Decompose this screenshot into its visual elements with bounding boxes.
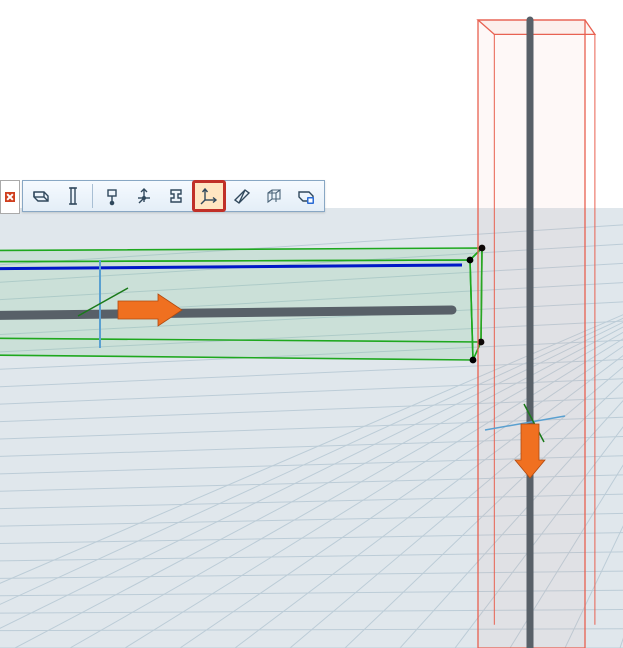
toolbar-body: [22, 180, 325, 212]
family-editor-icon: [296, 186, 316, 206]
analytical-pin-icon: [102, 186, 122, 206]
show-section-symbol[interactable]: [161, 182, 191, 210]
context-toolbar: [0, 180, 325, 212]
adjust-analytical[interactable]: [193, 181, 225, 211]
close-icon: [5, 192, 15, 202]
beam-selected[interactable]: [0, 245, 485, 364]
viewport-3d[interactable]: [0, 0, 623, 648]
column-element[interactable]: [478, 20, 595, 648]
beam-endpoint[interactable]: [470, 357, 477, 364]
analytical-toggle[interactable]: [97, 182, 127, 210]
structural-framing-icon: [31, 186, 51, 206]
toolbar-close-button[interactable]: [0, 180, 20, 214]
coordinate-system-icon: [199, 186, 219, 206]
beam-physical-axis: [0, 310, 452, 316]
bounding-box-icon: [264, 186, 284, 206]
scene-canvas[interactable]: [0, 0, 623, 648]
beam-endpoint[interactable]: [467, 257, 474, 264]
bounding-box[interactable]: [259, 182, 289, 210]
section-symbol-icon: [166, 186, 186, 206]
column-icon: [63, 186, 83, 206]
local-axes-icon: [134, 186, 154, 206]
slanted-icon: [232, 186, 252, 206]
show-local-axes[interactable]: [129, 182, 159, 210]
slanted-column[interactable]: [227, 182, 257, 210]
framing-type-b[interactable]: [58, 182, 88, 210]
edit-family[interactable]: [291, 182, 321, 210]
framing-type-a[interactable]: [26, 182, 56, 210]
